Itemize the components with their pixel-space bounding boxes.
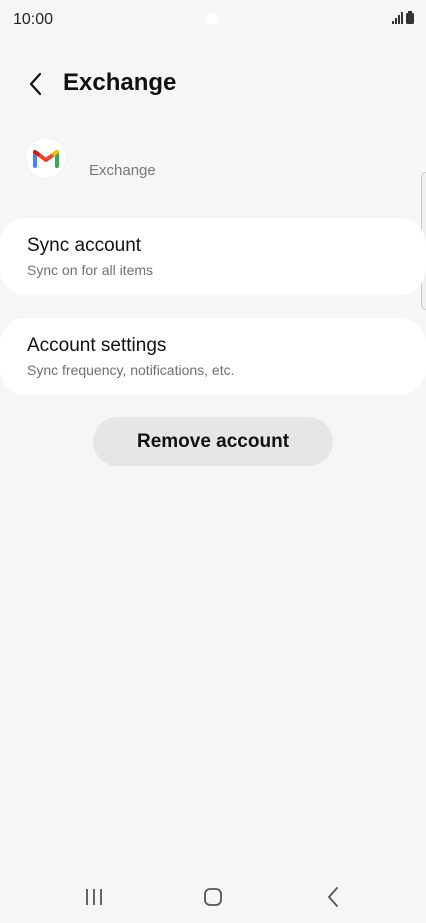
- back-icon: [328, 887, 338, 907]
- battery-icon: [406, 11, 414, 24]
- recent-apps-button[interactable]: [72, 882, 116, 912]
- camera-cutout: [206, 13, 218, 25]
- chevron-left-icon: [29, 72, 42, 96]
- back-button[interactable]: [20, 66, 52, 102]
- recent-apps-icon: [86, 889, 102, 905]
- account-settings-item[interactable]: Account settings Sync frequency, notific…: [0, 318, 426, 395]
- header: Exchange: [0, 62, 426, 106]
- home-button[interactable]: [191, 882, 235, 912]
- signal-icon: [392, 12, 403, 24]
- account-settings-title: Account settings: [27, 335, 167, 356]
- navigation-bar: [0, 870, 426, 923]
- account-name: Exchange: [89, 162, 156, 179]
- status-bar: 10:00: [0, 0, 426, 40]
- home-icon: [204, 888, 222, 906]
- status-time: 10:00: [13, 11, 54, 28]
- sync-account-title: Sync account: [27, 235, 142, 256]
- remove-account-button[interactable]: Remove account: [93, 417, 333, 466]
- page-title: Exchange: [63, 69, 177, 96]
- sync-account-item[interactable]: Sync account Sync on for all items: [0, 218, 426, 295]
- gmail-icon: [26, 138, 66, 178]
- sync-account-subtitle: Sync on for all items: [27, 262, 154, 278]
- status-icons: [392, 11, 414, 24]
- nav-back-button[interactable]: [311, 882, 355, 912]
- account-settings-subtitle: Sync frequency, notifications, etc.: [27, 362, 235, 378]
